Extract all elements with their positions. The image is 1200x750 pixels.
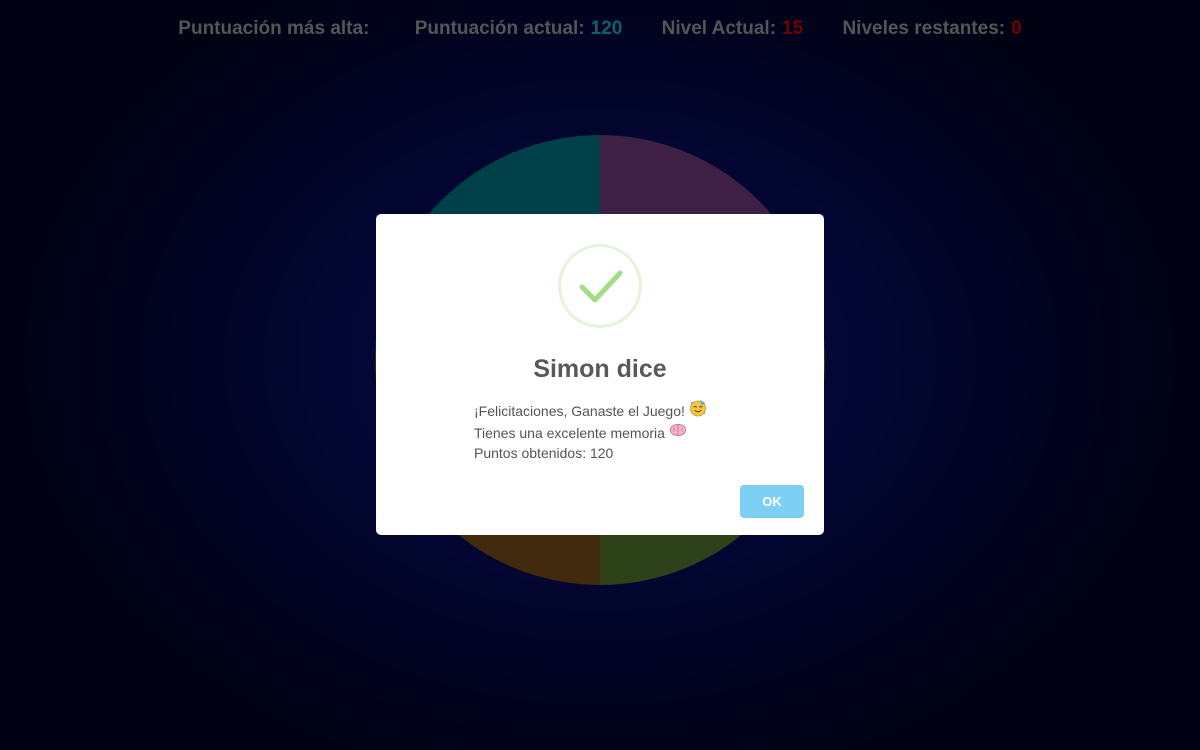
points-obtained: Puntos obtenidos: 120 [474, 445, 614, 462]
win-dialog: Simon dice ¡Felicitaciones, Ganaste el J… [376, 214, 824, 535]
memory-text: Tienes una excelente memoria [474, 424, 665, 441]
checkmark-success-icon [558, 244, 642, 328]
message-line-congrats: ¡Felicitaciones, Ganaste el Juego! [474, 399, 774, 424]
party-face-emoji-icon [689, 399, 707, 422]
ok-button[interactable]: OK [740, 485, 804, 518]
message-line-memory: Tienes una excelente memoria [474, 422, 774, 445]
dialog-message: ¡Felicitaciones, Ganaste el Juego! Tiene… [474, 399, 774, 463]
dialog-title: Simon dice [533, 355, 667, 383]
congrats-text: ¡Felicitaciones, Ganaste el Juego! [474, 402, 685, 419]
brain-emoji-icon [669, 422, 687, 443]
